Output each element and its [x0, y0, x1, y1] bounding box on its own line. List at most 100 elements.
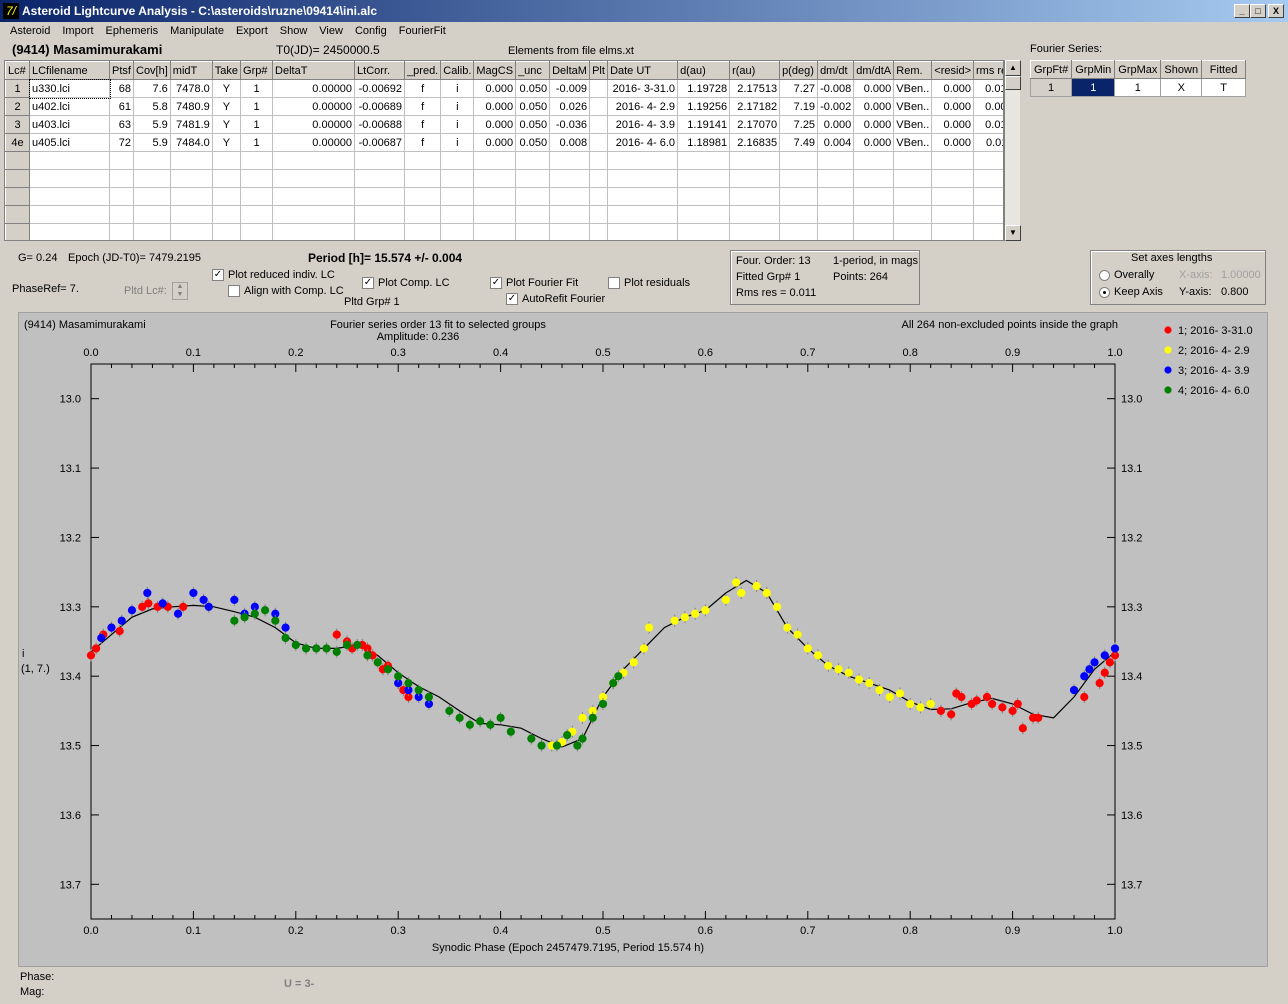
- table-cell[interactable]: [515, 187, 551, 206]
- table-row[interactable]: 4e u405.lci 72 5.9 7484.0 Y 1 0.00000 -0.00687 f i…: [5, 133, 1003, 152]
- table-cell[interactable]: [29, 223, 110, 240]
- table-cell[interactable]: 0.000: [853, 115, 895, 134]
- table-cell[interactable]: [931, 205, 974, 224]
- close-button[interactable]: X: [1268, 4, 1284, 18]
- table-cell[interactable]: [211, 169, 242, 188]
- table-cell[interactable]: Y: [211, 79, 242, 98]
- table-cell[interactable]: -0.036: [549, 115, 591, 134]
- table-cell[interactable]: [973, 205, 1003, 224]
- table-cell[interactable]: [779, 151, 819, 170]
- table-cell[interactable]: [109, 205, 134, 224]
- table-cell[interactable]: 1: [1071, 78, 1116, 97]
- table-cell[interactable]: [272, 169, 356, 188]
- table-cell[interactable]: [893, 169, 933, 188]
- table-cell[interactable]: [169, 205, 213, 224]
- table-cell[interactable]: [607, 187, 679, 206]
- table-cell[interactable]: 0.000: [931, 97, 974, 116]
- table-cell[interactable]: 2016- 4- 2.9: [607, 97, 679, 116]
- table-cell[interactable]: [853, 151, 895, 170]
- table-cell[interactable]: f: [404, 133, 442, 152]
- table-cell[interactable]: [404, 205, 442, 224]
- table-cell[interactable]: u405.lci: [29, 133, 110, 152]
- x-axis-value[interactable]: 1.00000: [1221, 269, 1261, 281]
- row-header[interactable]: [5, 223, 30, 240]
- fourier-column-header[interactable]: GrpFt#: [1029, 60, 1073, 79]
- table-cell[interactable]: [133, 205, 171, 224]
- table-cell[interactable]: 7478.0: [169, 79, 213, 98]
- column-header[interactable]: Calib.: [440, 61, 475, 80]
- table-cell[interactable]: 7480.9: [169, 97, 213, 116]
- table-cell[interactable]: f: [404, 115, 442, 134]
- table-cell[interactable]: [677, 205, 731, 224]
- table-cell[interactable]: [473, 223, 517, 240]
- table-row[interactable]: 111XT: [1029, 78, 1247, 97]
- table-cell[interactable]: [169, 187, 213, 206]
- scroll-down-arrow-icon[interactable]: ▼: [1005, 225, 1021, 241]
- table-cell[interactable]: VBen..: [893, 115, 933, 134]
- table-cell[interactable]: [779, 187, 819, 206]
- table-cell[interactable]: T: [1201, 78, 1247, 97]
- table-cell[interactable]: 0.026: [549, 97, 591, 116]
- table-cell[interactable]: [817, 169, 855, 188]
- column-header[interactable]: DeltaM: [549, 61, 591, 80]
- column-header[interactable]: Plt: [589, 61, 609, 80]
- table-cell[interactable]: [729, 169, 781, 188]
- row-header[interactable]: 3: [5, 115, 30, 134]
- table-cell[interactable]: 5.8: [133, 97, 171, 116]
- table-cell[interactable]: [677, 151, 731, 170]
- plot-comp-checkbox[interactable]: ✓ Plot Comp. LC: [362, 277, 450, 290]
- table-cell[interactable]: 0.000: [473, 115, 517, 134]
- table-cell[interactable]: 2.17070: [729, 115, 781, 134]
- table-cell[interactable]: [853, 187, 895, 206]
- table-cell[interactable]: [589, 187, 609, 206]
- table-cell[interactable]: [973, 223, 1003, 240]
- table-cell[interactable]: 0.000: [931, 133, 974, 152]
- table-cell[interactable]: 0.000: [931, 115, 974, 134]
- table-cell[interactable]: f: [404, 97, 442, 116]
- minimize-button[interactable]: _: [1234, 4, 1250, 18]
- table-cell[interactable]: 0.000: [473, 133, 517, 152]
- table-cell[interactable]: [440, 151, 475, 170]
- table-cell[interactable]: 1: [240, 97, 274, 116]
- app-icon[interactable]: 7/: [3, 3, 19, 19]
- table-cell[interactable]: [589, 97, 609, 116]
- table-cell[interactable]: 2016- 4- 3.9: [607, 115, 679, 134]
- table-cell[interactable]: [589, 115, 609, 134]
- table-cell[interactable]: [893, 187, 933, 206]
- table-cell[interactable]: [440, 187, 475, 206]
- table-cell[interactable]: Y: [211, 133, 242, 152]
- table-cell[interactable]: [677, 169, 731, 188]
- table-cell[interactable]: [109, 187, 134, 206]
- table-cell[interactable]: [133, 187, 171, 206]
- table-row-empty[interactable]: [5, 187, 1003, 206]
- table-cell[interactable]: [29, 151, 110, 170]
- table-cell[interactable]: [817, 187, 855, 206]
- table-cell[interactable]: [169, 169, 213, 188]
- table-cell[interactable]: [973, 151, 1003, 170]
- table-cell[interactable]: u402.lci: [29, 97, 110, 116]
- table-cell[interactable]: [677, 223, 731, 240]
- table-cell[interactable]: [133, 151, 171, 170]
- table-cell[interactable]: [589, 223, 609, 240]
- table-cell[interactable]: [515, 151, 551, 170]
- table-cell[interactable]: -0.00688: [354, 115, 406, 134]
- table-cell[interactable]: [779, 205, 819, 224]
- table-cell[interactable]: [549, 223, 591, 240]
- fourier-column-header[interactable]: GrpMin: [1071, 60, 1116, 79]
- table-cell[interactable]: [589, 79, 609, 98]
- menu-import[interactable]: Import: [56, 22, 99, 40]
- y-axis-value[interactable]: 0.800: [1221, 286, 1249, 298]
- table-cell[interactable]: [973, 187, 1003, 206]
- column-header[interactable]: Cov[h]: [133, 61, 171, 80]
- scroll-up-arrow-icon[interactable]: ▲: [1005, 60, 1021, 76]
- menu-config[interactable]: Config: [349, 22, 393, 40]
- column-header[interactable]: rms res: [973, 61, 1003, 80]
- table-cell[interactable]: -0.009: [549, 79, 591, 98]
- table-cell[interactable]: [893, 151, 933, 170]
- table-cell[interactable]: 0.00000: [272, 79, 356, 98]
- table-cell[interactable]: 0.050: [515, 79, 551, 98]
- table-cell[interactable]: [354, 151, 406, 170]
- table-cell[interactable]: 7.49: [779, 133, 819, 152]
- table-cell[interactable]: i: [440, 79, 475, 98]
- checkbox-unchecked-icon[interactable]: [608, 277, 620, 290]
